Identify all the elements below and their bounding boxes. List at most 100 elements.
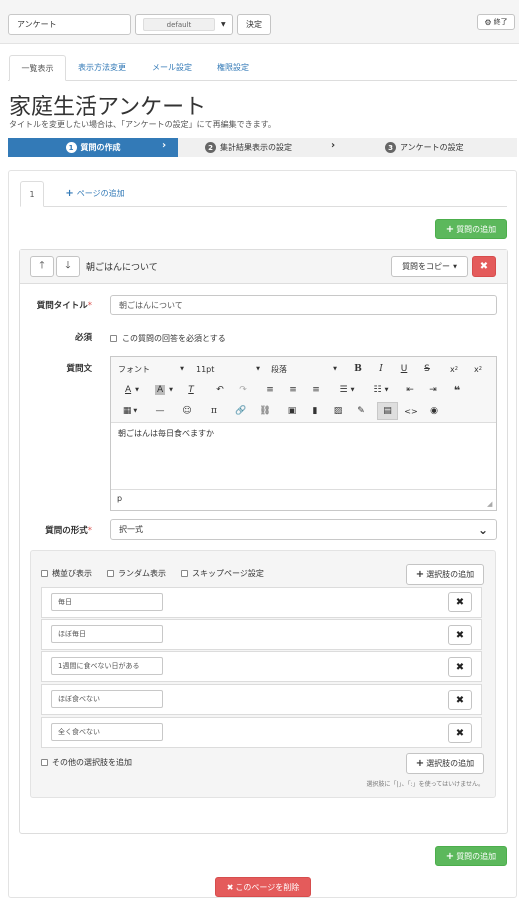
random-display-option[interactable]: ランダム表示 bbox=[107, 568, 166, 579]
step-1-label: 質問の作成 bbox=[80, 143, 121, 152]
background-color-icon[interactable]: A ▼ bbox=[150, 382, 178, 398]
random-display-checkbox[interactable] bbox=[107, 570, 114, 577]
redo-icon[interactable]: ↷ bbox=[236, 382, 250, 398]
exit-button[interactable]: ⚙ 終了 bbox=[477, 14, 515, 30]
preview-icon[interactable]: ◉ bbox=[427, 403, 441, 419]
align-center-icon[interactable]: ≡ bbox=[286, 382, 300, 398]
link-icon[interactable]: 🔗 bbox=[234, 403, 248, 419]
source-code-icon[interactable]: <> bbox=[404, 403, 418, 419]
align-right-icon[interactable]: ≡ bbox=[309, 382, 323, 398]
page-tab-1[interactable]: 1 bbox=[20, 181, 44, 207]
question-title-label-text: 質問タイトル bbox=[36, 301, 88, 311]
step-1[interactable]: 1 質問の作成 bbox=[8, 138, 178, 157]
add-page-tab[interactable]: + ページの追加 bbox=[55, 181, 135, 206]
move-down-button[interactable]: 🡓 bbox=[56, 256, 80, 277]
add-other-option[interactable]: その他の選択肢を追加 bbox=[41, 757, 132, 768]
resize-handle-icon[interactable]: ◢ bbox=[487, 500, 492, 508]
font-family-select[interactable]: フォント ▼ bbox=[118, 361, 184, 377]
template-select[interactable]: default ▼ bbox=[135, 14, 233, 35]
subscript-icon[interactable]: x2 bbox=[446, 361, 462, 377]
bullet-list-icon[interactable]: ☰ ▼ bbox=[334, 382, 360, 398]
horizontal-display-checkbox[interactable] bbox=[41, 570, 48, 577]
plus-icon: + bbox=[445, 223, 455, 235]
page-title: 家庭生活アンケート bbox=[9, 95, 207, 120]
delete-question-button[interactable]: ✖ bbox=[472, 256, 496, 277]
step-2-label: 集計結果表示の設定 bbox=[220, 143, 292, 152]
skip-page-option[interactable]: スキップページ設定 bbox=[181, 568, 264, 579]
paragraph-select[interactable]: 段落 ▼ bbox=[271, 361, 337, 377]
step-2[interactable]: 2 集計結果表示の設定 bbox=[205, 138, 292, 157]
chevron-right-icon: › bbox=[162, 140, 167, 151]
question-title-label: 質問タイトル* bbox=[20, 299, 92, 311]
template-select-value: default bbox=[143, 18, 215, 31]
plus-icon: + bbox=[415, 758, 425, 769]
delete-page-button[interactable]: ✖ このページを削除 bbox=[215, 877, 311, 897]
add-option-button-top[interactable]: + 選択肢の追加 bbox=[406, 564, 484, 585]
outdent-icon[interactable]: ⇤ bbox=[403, 382, 417, 398]
add-other-checkbox[interactable] bbox=[41, 759, 48, 766]
tab-display[interactable]: 表示方法変更 bbox=[68, 55, 136, 80]
add-question-label: 質問の追加 bbox=[456, 851, 497, 861]
text-color-icon[interactable]: A ▼ bbox=[118, 382, 146, 398]
required-checkbox[interactable] bbox=[110, 335, 117, 342]
delete-option-button[interactable]: ✖ bbox=[448, 592, 472, 612]
tab-mail[interactable]: メール設定 bbox=[140, 55, 204, 80]
tab-permissions[interactable]: 権限設定 bbox=[206, 55, 260, 80]
add-question-button-bottom[interactable]: + 質問の追加 bbox=[435, 846, 507, 866]
strikethrough-icon[interactable]: S bbox=[420, 361, 434, 377]
delete-option-button[interactable]: ✖ bbox=[448, 690, 472, 710]
image-icon[interactable]: ▨ bbox=[331, 403, 345, 419]
survey-name-input[interactable]: アンケート bbox=[8, 14, 131, 35]
option-input[interactable]: 全く食べない bbox=[51, 723, 163, 741]
undo-icon[interactable]: ↶ bbox=[213, 382, 227, 398]
superscript-icon[interactable]: x2 bbox=[470, 361, 486, 377]
skip-page-checkbox[interactable] bbox=[181, 570, 188, 577]
underline-icon[interactable]: U bbox=[397, 361, 411, 377]
add-option-button-bottom[interactable]: + 選択肢の追加 bbox=[406, 753, 484, 774]
indent-icon[interactable]: ⇥ bbox=[426, 382, 440, 398]
align-left-icon[interactable]: ≡ bbox=[263, 382, 277, 398]
horizontal-display-option[interactable]: 横並び表示 bbox=[41, 568, 92, 579]
question-title-input[interactable]: 朝ごはんについて bbox=[110, 295, 497, 315]
table-icon[interactable]: ▦ ▼ bbox=[118, 403, 142, 419]
close-icon: ✖ bbox=[479, 261, 489, 272]
copy-question-button[interactable]: 質問をコピー ▼ bbox=[391, 256, 468, 277]
option-input[interactable]: ほぼ毎日 bbox=[51, 625, 163, 643]
caret-down-icon: ▼ bbox=[333, 366, 337, 372]
add-question-label: 質問の追加 bbox=[456, 224, 497, 234]
math-icon[interactable]: π bbox=[207, 403, 221, 419]
horizontal-rule-icon[interactable]: — bbox=[153, 403, 167, 419]
option-row: 全く食べない ✖ bbox=[41, 717, 482, 748]
add-page-label: ページの追加 bbox=[76, 189, 125, 198]
numbered-list-icon[interactable]: ☷ ▼ bbox=[368, 382, 394, 398]
delete-option-button[interactable]: ✖ bbox=[448, 723, 472, 743]
move-up-button[interactable]: 🡑 bbox=[30, 256, 54, 277]
font-size-select[interactable]: 11pt ▼ bbox=[196, 361, 260, 377]
attachment-icon[interactable]: ✎ bbox=[354, 403, 368, 419]
option-input[interactable]: 毎日 bbox=[51, 593, 163, 611]
required-checkbox-row[interactable]: この質問の回答を必須とする bbox=[110, 333, 226, 344]
decide-button[interactable]: 決定 bbox=[237, 14, 271, 35]
gear-icon: ⚙ bbox=[484, 17, 492, 27]
add-question-button-top[interactable]: + 質問の追加 bbox=[435, 219, 507, 239]
step-3[interactable]: 3 アンケートの設定 bbox=[385, 138, 464, 157]
italic-icon[interactable]: I bbox=[374, 361, 388, 377]
unlink-icon[interactable]: ⛓ bbox=[258, 403, 272, 419]
option-input[interactable]: 1週間に食べない日がある bbox=[51, 657, 163, 675]
tab-list[interactable]: 一覧表示 bbox=[9, 55, 66, 81]
question-heading: 朝ごはんについて bbox=[86, 263, 158, 273]
option-input[interactable]: ほぼ食べない bbox=[51, 690, 163, 708]
clear-format-icon[interactable]: T bbox=[184, 382, 198, 398]
paste-icon[interactable]: ▤ bbox=[377, 402, 398, 420]
editor-content[interactable]: 朝ごはんは毎日食べますか bbox=[118, 428, 214, 439]
font-size-value: 11pt bbox=[196, 364, 215, 374]
emoticon-icon[interactable]: ☺ bbox=[180, 403, 194, 419]
bold-icon[interactable]: B bbox=[351, 361, 365, 377]
delete-option-button[interactable]: ✖ bbox=[448, 625, 472, 645]
blockquote-icon[interactable]: ❝ bbox=[450, 382, 464, 398]
document-icon[interactable]: ▮ bbox=[308, 403, 322, 419]
delete-option-button[interactable]: ✖ bbox=[448, 657, 472, 677]
question-type-select[interactable]: 択一式 ⌄ bbox=[110, 519, 497, 540]
media-icon[interactable]: ▣ bbox=[285, 403, 299, 419]
option-row: 毎日 ✖ bbox=[41, 587, 482, 618]
